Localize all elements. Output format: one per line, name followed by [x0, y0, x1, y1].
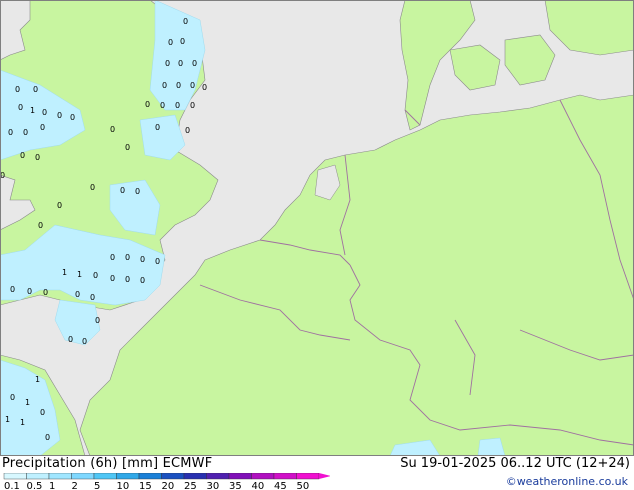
legend-label: 45 [274, 481, 287, 490]
svg-text:0: 0 [176, 81, 181, 90]
legend-swatch [296, 473, 320, 480]
svg-text:0: 0 [18, 103, 23, 112]
svg-text:1: 1 [77, 270, 82, 279]
svg-text:0: 0 [135, 187, 140, 196]
svg-text:0: 0 [57, 111, 62, 120]
svg-text:0: 0 [43, 288, 48, 297]
svg-text:0: 0 [165, 59, 170, 68]
svg-text:1: 1 [5, 415, 10, 424]
svg-text:0: 0 [93, 271, 98, 280]
svg-text:0: 0 [125, 275, 130, 284]
svg-text:0: 0 [40, 123, 45, 132]
legend-label: 30 [207, 481, 220, 490]
legend-swatch [273, 473, 297, 480]
svg-text:0: 0 [190, 81, 195, 90]
legend-label: 50 [297, 481, 310, 490]
svg-text:0: 0 [68, 335, 73, 344]
svg-text:0: 0 [23, 128, 28, 137]
svg-text:0: 0 [155, 257, 160, 266]
legend-swatch [183, 473, 207, 480]
svg-text:0: 0 [192, 59, 197, 68]
legend-label: 20 [162, 481, 175, 490]
svg-text:0: 0 [110, 125, 115, 134]
svg-text:0: 0 [162, 81, 167, 90]
legend-label: 15 [139, 481, 152, 490]
svg-text:0: 0 [160, 101, 165, 110]
svg-text:0: 0 [125, 253, 130, 262]
svg-text:0: 0 [90, 183, 95, 192]
svg-text:0: 0 [90, 293, 95, 302]
svg-text:0: 0 [110, 274, 115, 283]
svg-text:0: 0 [70, 113, 75, 122]
svg-text:0: 0 [140, 255, 145, 264]
svg-text:1: 1 [30, 106, 35, 115]
svg-text:0: 0 [168, 38, 173, 47]
legend-label: 0.5 [27, 481, 43, 490]
svg-text:0: 0 [75, 290, 80, 299]
legend-swatch [3, 473, 27, 480]
legend-swatch [48, 473, 72, 480]
svg-text:0: 0 [145, 100, 150, 109]
svg-text:0: 0 [175, 101, 180, 110]
svg-text:0: 0 [82, 337, 87, 346]
svg-text:1: 1 [20, 418, 25, 427]
svg-text:0: 0 [42, 108, 47, 117]
svg-text:0: 0 [10, 285, 15, 294]
color-legend: 0.1 0.5 1 2 5 10 15 20 25 30 35 40 45 50 [3, 473, 330, 490]
svg-text:0: 0 [95, 316, 100, 325]
legend-swatch [138, 473, 162, 480]
svg-text:0: 0 [110, 253, 115, 262]
svg-text:1: 1 [35, 375, 40, 384]
svg-text:0: 0 [185, 126, 190, 135]
svg-text:0: 0 [8, 128, 13, 137]
svg-text:0: 0 [180, 37, 185, 46]
legend-swatch [206, 473, 230, 480]
legend-swatch [71, 473, 95, 480]
svg-text:0: 0 [15, 85, 20, 94]
svg-text:0: 0 [57, 201, 62, 210]
legend-swatch [93, 473, 117, 480]
legend-swatch [26, 473, 50, 480]
legend-swatch [116, 473, 140, 480]
svg-text:0: 0 [120, 186, 125, 195]
svg-text:0: 0 [45, 433, 50, 442]
svg-text:0: 0 [125, 143, 130, 152]
legend-swatch [228, 473, 252, 480]
svg-text:0: 0 [190, 101, 195, 110]
svg-text:0: 0 [35, 153, 40, 162]
map-title: Precipitation (6h) [mm] ECMWF [2, 456, 213, 471]
footer: Precipitation (6h) [mm] ECMWF Su 19-01-2… [0, 456, 634, 490]
legend-label: 40 [252, 481, 265, 490]
legend-label: 25 [184, 481, 197, 490]
svg-text:0: 0 [40, 408, 45, 417]
svg-text:1: 1 [25, 398, 30, 407]
svg-text:0: 0 [155, 123, 160, 132]
forecast-datetime: Su 19-01-2025 06..12 UTC (12+24) [400, 456, 630, 471]
legend-label: 35 [229, 481, 242, 490]
svg-text:0: 0 [38, 221, 43, 230]
svg-text:0: 0 [10, 393, 15, 402]
legend-swatch [161, 473, 185, 480]
svg-text:0: 0 [178, 59, 183, 68]
legend-arrow [319, 473, 330, 479]
copyright-link[interactable]: ©weatheronline.co.uk [506, 475, 628, 488]
svg-text:0: 0 [202, 83, 207, 92]
legend-label: 10 [117, 481, 130, 490]
svg-text:0: 0 [33, 85, 38, 94]
svg-text:0: 0 [27, 287, 32, 296]
svg-text:0: 0 [140, 276, 145, 285]
legend-label: 2 [72, 481, 78, 490]
svg-text:1: 1 [62, 268, 67, 277]
weather-map: 00 0 000 000 00 0 0 00 00 0 010 0 00 00 0 00 0 … [0, 0, 634, 456]
svg-text:0: 0 [183, 17, 188, 26]
svg-text:0: 0 [20, 151, 25, 160]
legend-label: 0.1 [4, 481, 20, 490]
legend-label: 1 [49, 481, 55, 490]
legend-label: 5 [94, 481, 100, 490]
legend-swatch [251, 473, 275, 480]
